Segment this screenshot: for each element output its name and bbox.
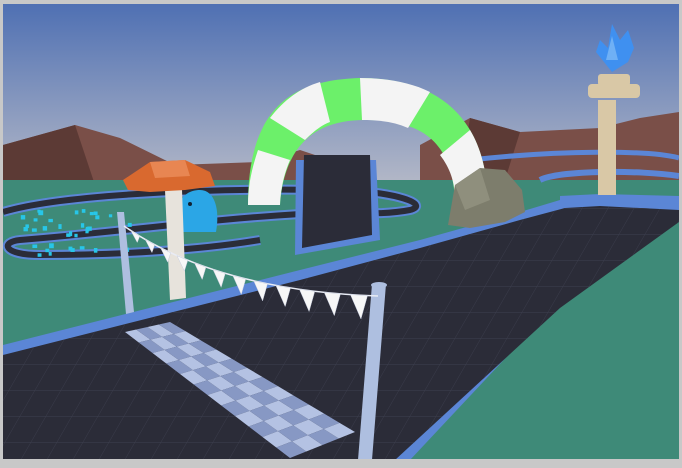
cube [20,215,26,220]
cube [81,209,86,213]
cube [58,224,62,229]
cube [127,222,132,227]
cube [42,226,48,231]
cube [79,246,85,250]
cube [49,243,54,249]
cube [37,209,41,213]
cube [37,253,42,257]
cube [74,233,78,238]
game-viewport[interactable] [0,0,682,468]
cube [66,233,71,237]
cube [74,210,79,215]
cube [45,248,50,253]
cube [93,211,98,215]
cube [33,218,38,222]
cube [25,224,29,228]
cube [85,228,89,234]
cube [32,244,38,248]
cube [89,212,94,216]
cube [31,228,37,232]
cube [108,214,113,218]
cube [95,215,100,220]
cube [48,252,52,256]
cube [48,218,53,223]
cube [93,248,98,253]
cube [70,248,75,252]
arch-road [295,155,380,255]
cube [80,223,85,228]
race-scene [0,0,682,468]
